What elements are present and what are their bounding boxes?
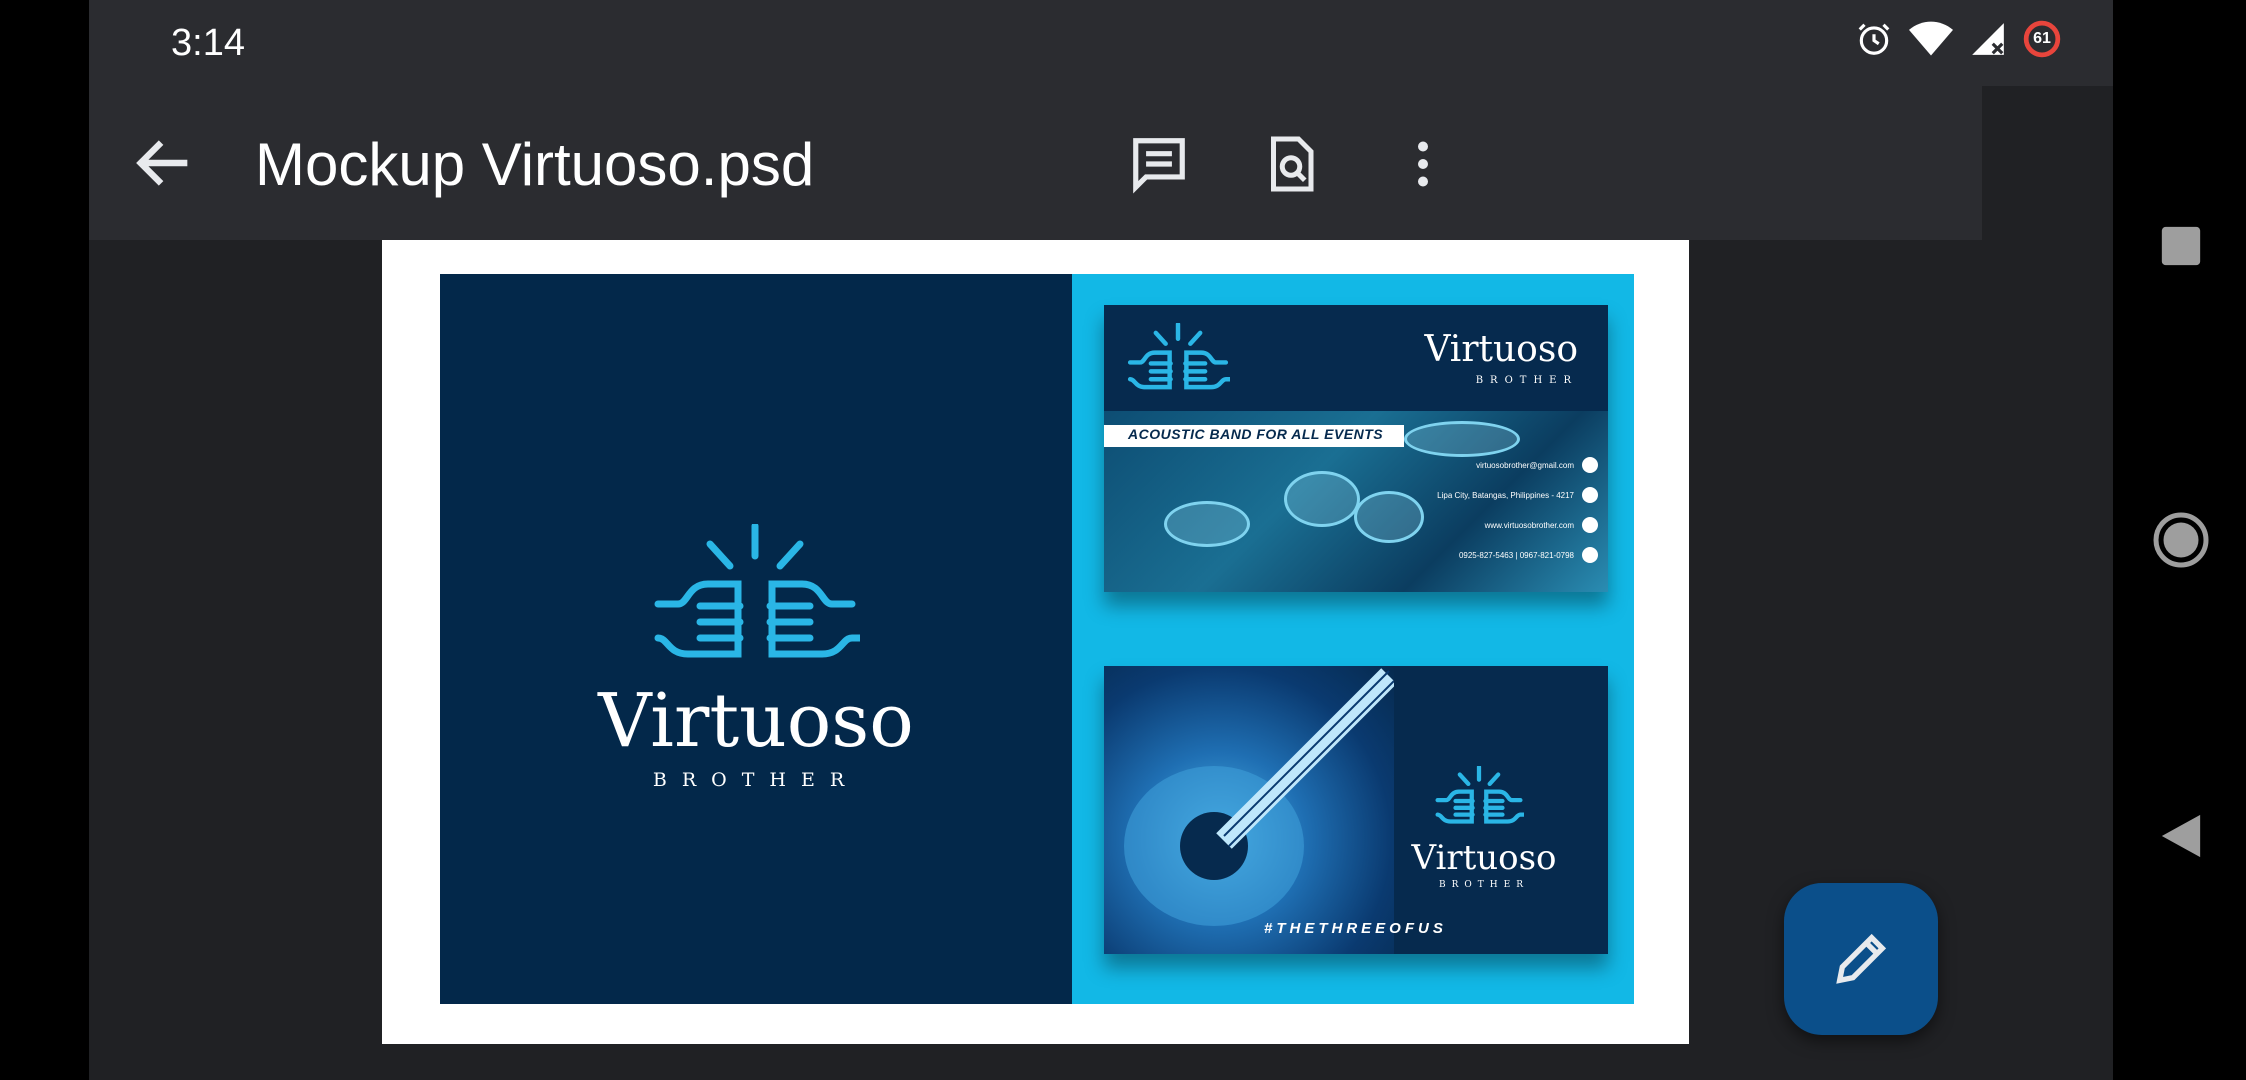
recents-square-icon bbox=[2161, 226, 2201, 266]
card2-brand-sub: BROTHER bbox=[1439, 880, 1529, 890]
main-brand-sub: BROTHER bbox=[652, 769, 860, 791]
back-button[interactable] bbox=[129, 128, 199, 198]
back-triangle-icon bbox=[2161, 814, 2201, 858]
edit-pencil-icon bbox=[1836, 933, 1887, 984]
guitar-photo bbox=[1104, 666, 1397, 954]
more-vert-icon bbox=[1418, 141, 1428, 187]
status-icons: 61 bbox=[1855, 20, 2061, 58]
card2-brand: Virtuoso bbox=[1411, 838, 1557, 878]
main-brand-name: Virtuoso bbox=[598, 678, 914, 764]
app-toolbar: Mockup Virtuoso.psd bbox=[89, 86, 1982, 240]
find-in-page-icon bbox=[1271, 136, 1314, 192]
card1-brand: Virtuoso bbox=[1424, 329, 1578, 370]
battery-level: 61 bbox=[2033, 30, 2051, 47]
location-pin-icon bbox=[1582, 487, 1598, 503]
status-time: 3:14 bbox=[171, 22, 245, 64]
card2-logo-icon bbox=[1435, 766, 1524, 824]
phone-icon bbox=[1582, 547, 1598, 563]
email-icon bbox=[1582, 457, 1598, 473]
contact-phone: 0925-827-5463 | 0967-821-0798 bbox=[1459, 547, 1598, 563]
comment-button[interactable] bbox=[1119, 124, 1199, 204]
business-card-back: Virtuoso BROTHER #THETHREEOFUS bbox=[1104, 666, 1608, 954]
card2-hashtag: #THETHREEOFUS bbox=[1264, 920, 1447, 937]
contact-email: virtuosobrother@gmail.com bbox=[1476, 457, 1598, 473]
contact-website: www.virtuosobrother.com bbox=[1485, 517, 1598, 533]
alarm-icon bbox=[1855, 20, 1893, 58]
document-title: Mockup Virtuoso.psd bbox=[255, 131, 815, 198]
system-nav-bar bbox=[2113, 0, 2246, 1080]
contact-address: Lipa City, Batangas, Philippines - 4217 bbox=[1437, 487, 1598, 503]
card1-tagline: ACOUSTIC BAND FOR ALL EVENTS bbox=[1128, 426, 1384, 442]
document-page: Virtuoso BROTHER Virtuoso BROTHER ACOUST… bbox=[382, 240, 1689, 1044]
status-bar: 3:14 61 bbox=[89, 0, 2113, 86]
home-circle-icon bbox=[2153, 512, 2209, 568]
find-in-page-button[interactable] bbox=[1251, 124, 1331, 204]
globe-icon bbox=[1582, 517, 1598, 533]
arrow-left-icon bbox=[136, 140, 188, 186]
back-nav-button[interactable] bbox=[2151, 806, 2211, 866]
wifi-icon bbox=[1909, 20, 1953, 58]
band-logo-icon bbox=[654, 524, 860, 658]
business-card-front: Virtuoso BROTHER ACOUSTIC BAND FOR ALL E… bbox=[1104, 305, 1608, 592]
battery-icon: 61 bbox=[2023, 20, 2061, 58]
guitar-illustration-icon bbox=[1124, 668, 1397, 926]
card1-brand-sub: BROTHER bbox=[1475, 375, 1578, 386]
logo-panel: Virtuoso BROTHER bbox=[440, 274, 1072, 1004]
card-logo-icon bbox=[1127, 323, 1230, 390]
home-button[interactable] bbox=[2151, 510, 2211, 570]
more-options-button[interactable] bbox=[1383, 124, 1463, 204]
comment-icon bbox=[1133, 138, 1185, 194]
cell-signal-icon bbox=[1969, 20, 2007, 58]
recents-button[interactable] bbox=[2151, 216, 2211, 276]
cards-panel: Virtuoso BROTHER ACOUSTIC BAND FOR ALL E… bbox=[1072, 274, 1634, 1004]
edit-fab-button[interactable] bbox=[1784, 883, 1938, 1035]
